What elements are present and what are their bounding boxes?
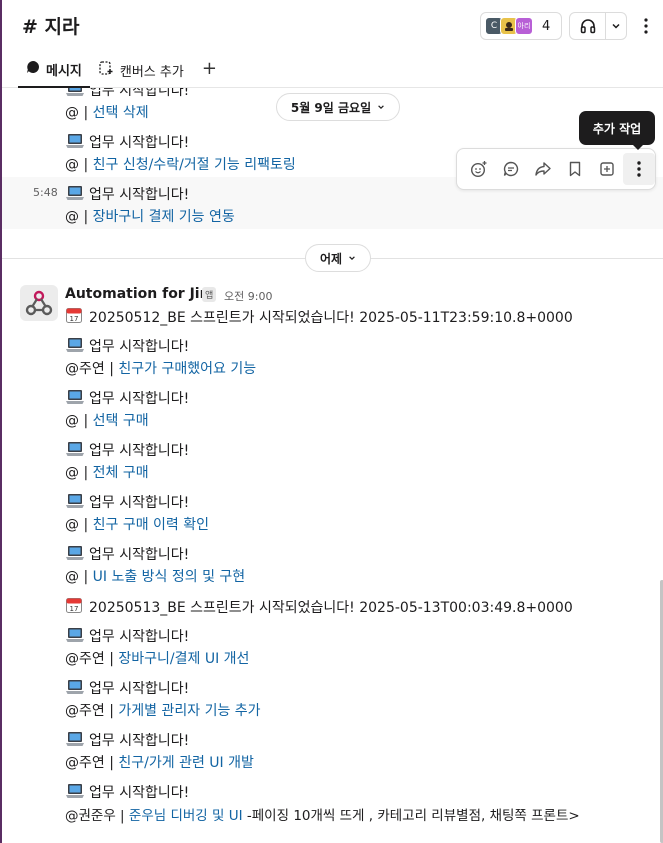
message-task: @주연 | 친구/가게 관련 UI 개발	[65, 755, 254, 771]
message-title: 업무 시작합니다!	[65, 388, 189, 408]
chevron-down-icon	[348, 251, 356, 265]
avatar: 아리	[515, 17, 533, 35]
channel-tabs: 메시지 캔버스 추가 +	[18, 54, 227, 88]
message-title: 업무 시작합니다!	[65, 440, 189, 460]
tooltip: 추가 작업	[579, 111, 655, 150]
bookmark-icon[interactable]	[559, 153, 591, 185]
tab-label: 캔버스 추가	[119, 64, 184, 80]
tab-messages[interactable]: 메시지	[18, 54, 90, 88]
message-title: 업무 시작합니다!	[65, 626, 189, 646]
laptop-icon	[65, 731, 85, 747]
task-link[interactable]: 친구가 구매했어요 기능	[118, 361, 256, 377]
sprint-message: 17 20250513_BE 스프린트가 시작되었습니다! 2025-05-13T…	[65, 596, 573, 617]
message-task: @주연 | 친구가 구매했어요 기능	[65, 361, 257, 377]
canvas-icon	[98, 60, 114, 80]
headphones-icon[interactable]	[570, 13, 606, 39]
add-to-list-icon[interactable]	[591, 153, 623, 185]
message-task: @ | 선택 구매	[65, 413, 149, 429]
task-link[interactable]: 친구 구매 이력 확인	[93, 517, 209, 533]
app-badge: 앱	[202, 287, 217, 302]
message-title: 업무 시작합니다!	[65, 730, 189, 750]
members-button[interactable]: C 아리 4	[480, 12, 562, 40]
message-timestamp[interactable]: 5:48	[33, 186, 58, 199]
task-link[interactable]: 친구 신청/수락/거절 기능 리팩토링	[93, 157, 296, 173]
tab-canvas[interactable]: 캔버스 추가	[90, 54, 192, 88]
date-divider-pill[interactable]: 5월 9일 금요일	[276, 93, 400, 121]
message-icon	[26, 60, 40, 78]
channel-title[interactable]: # 지라	[22, 12, 80, 39]
task-link[interactable]: 가게별 관리자 기능 추가	[118, 703, 260, 719]
chevron-down-icon[interactable]	[606, 21, 626, 31]
reply-thread-icon[interactable]	[495, 153, 527, 185]
laptop-icon	[65, 441, 85, 457]
kebab-menu-icon[interactable]	[636, 14, 656, 38]
date-divider-pill[interactable]: 어제	[305, 244, 371, 272]
message-title: 업무 시작합니다!	[65, 782, 189, 802]
laptop-icon	[65, 627, 85, 643]
message-task: @주연 | 가게별 관리자 기능 추가	[65, 703, 261, 719]
task-link[interactable]: 친구/가게 관련 UI 개발	[118, 755, 253, 771]
task-link[interactable]: 준우님 디버깅 및 UI	[129, 808, 243, 824]
chevron-down-icon	[377, 100, 385, 114]
laptop-icon	[65, 783, 85, 799]
message-task: @ | 친구 구매 이력 확인	[65, 517, 210, 533]
webhook-icon	[25, 290, 53, 316]
laptop-icon	[65, 493, 85, 509]
message-list: 업무 시작합니다! @ | 선택 삭제 업무 시작합니다! @ | 친구 신청/…	[2, 88, 663, 843]
laptop-icon	[65, 88, 85, 97]
message-actions-toolbar	[456, 148, 656, 190]
message-task: @ | 친구 신청/수락/거절 기능 리팩토링	[65, 157, 296, 173]
calendar-icon: 17	[65, 306, 85, 323]
message-task: @권준우 | 준우님 디버깅 및 UI -페이징 10개씩 뜨게 , 카테고리 …	[65, 808, 580, 824]
message-title: 업무 시작합니다!	[65, 88, 189, 100]
task-link[interactable]: 전체 구매	[93, 465, 149, 481]
laptop-icon	[65, 679, 85, 695]
svg-text:17: 17	[70, 315, 79, 323]
svg-text:17: 17	[70, 605, 79, 613]
add-reaction-icon[interactable]	[463, 153, 495, 185]
task-link[interactable]: 선택 삭제	[93, 105, 149, 121]
add-tab-button[interactable]: +	[192, 54, 227, 83]
laptop-icon	[65, 185, 85, 201]
automation-avatar[interactable]	[20, 285, 58, 321]
message-title: 업무 시작합니다!	[65, 132, 189, 152]
task-link[interactable]: 장바구니 결제 기능 연동	[93, 209, 235, 225]
calendar-icon: 17	[65, 596, 85, 613]
message-task: @ | 장바구니 결제 기능 연동	[65, 209, 235, 225]
forward-icon[interactable]	[527, 153, 559, 185]
message-title: 업무 시작합니다!	[65, 336, 189, 356]
message-title: 업무 시작합니다!	[65, 678, 189, 698]
sender-name[interactable]: Automation for Jira	[65, 286, 216, 302]
message-title: 업무 시작합니다!	[65, 184, 189, 204]
task-link[interactable]: UI 노출 방식 정의 및 구현	[93, 569, 246, 585]
more-actions-icon[interactable]	[623, 153, 655, 185]
laptop-icon	[65, 389, 85, 405]
message-title: 업무 시작합니다!	[65, 544, 189, 564]
message-task: @ | 선택 삭제	[65, 105, 149, 121]
sprint-message: 17 20250512_BE 스프린트가 시작되었습니다! 2025-05-11T…	[65, 306, 573, 327]
message-task: @주연 | 장바구니/결제 UI 개선	[65, 651, 250, 667]
tab-label: 메시지	[46, 63, 82, 79]
laptop-icon	[65, 337, 85, 353]
task-link[interactable]: 선택 구매	[93, 413, 149, 429]
channel-header: # 지라 C 아리 4 메시지 캔버스 추가 +	[2, 0, 663, 88]
laptop-icon	[65, 133, 85, 149]
member-count: 4	[542, 18, 551, 34]
laptop-icon	[65, 545, 85, 561]
message-timestamp[interactable]: 오전 9:00	[224, 288, 272, 304]
huddle-button[interactable]	[569, 12, 627, 40]
message-task: @ | UI 노출 방식 정의 및 구현	[65, 569, 246, 585]
message-title: 업무 시작합니다!	[65, 492, 189, 512]
task-link[interactable]: 장바구니/결제 UI 개선	[118, 651, 249, 667]
message-task: @ | 전체 구매	[65, 465, 149, 481]
